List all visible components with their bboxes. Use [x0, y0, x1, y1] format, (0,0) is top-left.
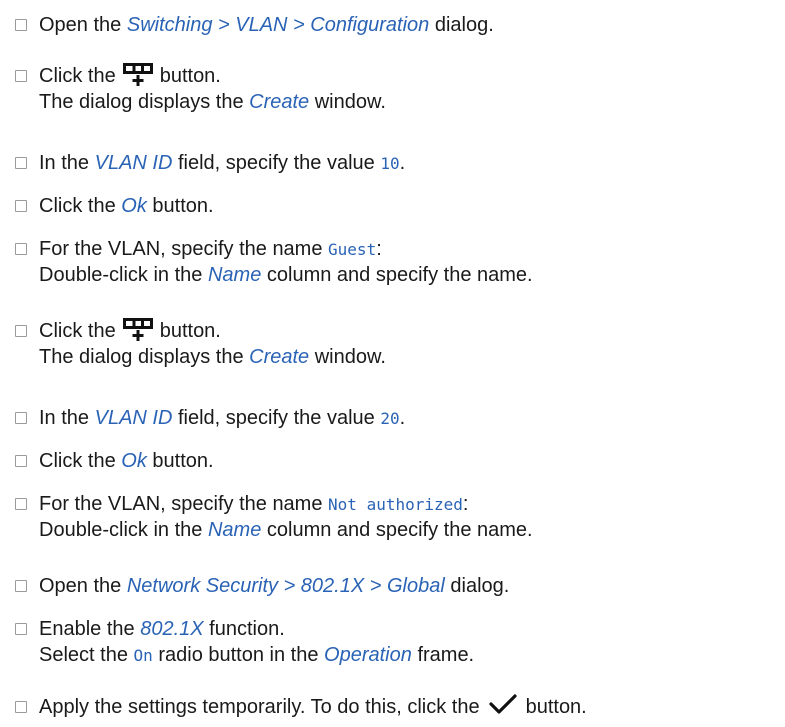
step-checkbox[interactable]: [15, 70, 27, 82]
step-text: dialog.: [434, 13, 494, 36]
value-code: Guest: [328, 239, 377, 259]
step-checkbox[interactable]: [15, 325, 27, 337]
value-code: On: [133, 645, 153, 665]
step-11: Enable the 802.1X function. Select the O…: [0, 616, 785, 668]
step-text: field, specify the value: [177, 406, 375, 429]
step-text: Open the: [39, 13, 122, 36]
step-text: .: [399, 151, 406, 174]
step-2: Click the button. The dialog displays th…: [0, 63, 785, 115]
step-3: In the VLAN ID field, specify the value …: [0, 150, 785, 176]
window-name-link[interactable]: Create: [249, 346, 309, 369]
step-text: The dialog displays the: [39, 345, 244, 368]
step-text: In the: [39, 151, 90, 174]
column-name-link[interactable]: Name: [208, 264, 261, 287]
field-name-link[interactable]: VLAN ID: [95, 152, 173, 175]
step-12: Apply the settings temporarily. To do th…: [0, 694, 785, 720]
step-text: button.: [152, 194, 214, 217]
button-name-link[interactable]: Ok: [121, 195, 147, 218]
step-text: :: [462, 492, 469, 515]
step-text: Click the: [39, 449, 116, 472]
step-text: Click the: [39, 319, 116, 342]
menu-path-link[interactable]: Network Security > 802.1X > Global: [127, 575, 445, 598]
step-text: For the VLAN, specify the name: [39, 237, 323, 260]
step-text: frame.: [417, 643, 475, 666]
step-4: Click the Ok button.: [0, 193, 785, 219]
step-text: The dialog displays the: [39, 90, 244, 113]
step-text: column and specify the name.: [266, 263, 533, 286]
step-checkbox[interactable]: [15, 412, 27, 424]
step-9: For the VLAN, specify the name Not autho…: [0, 491, 785, 543]
step-text: button.: [152, 449, 214, 472]
step-text: Double-click in the: [39, 263, 203, 286]
step-7: In the VLAN ID field, specify the value …: [0, 405, 785, 431]
step-10: Open the Network Security > 802.1X > Glo…: [0, 573, 785, 599]
column-name-link[interactable]: Name: [208, 519, 261, 542]
step-checkbox[interactable]: [15, 455, 27, 467]
field-name-link[interactable]: VLAN ID: [95, 407, 173, 430]
step-5: For the VLAN, specify the name Guest: Do…: [0, 236, 785, 288]
menu-path-link[interactable]: Switching > VLAN > Configuration: [127, 14, 429, 37]
step-checkbox[interactable]: [15, 19, 27, 31]
add-table-row-icon: [122, 315, 154, 347]
checkmark-icon: [488, 693, 518, 721]
step-text: button.: [159, 319, 221, 342]
step-text: Open the: [39, 574, 122, 597]
step-text: :: [376, 237, 382, 260]
add-table-row-icon: [122, 60, 154, 92]
step-text: Double-click in the: [39, 518, 203, 541]
step-text: Apply the settings temporarily. To do th…: [39, 695, 480, 718]
step-checkbox[interactable]: [15, 580, 27, 592]
step-text: dialog.: [450, 574, 510, 597]
step-checkbox[interactable]: [15, 701, 27, 713]
step-text: field, specify the value: [177, 151, 375, 174]
step-text: column and specify the name.: [266, 518, 533, 541]
step-text: function.: [209, 617, 285, 640]
function-name-link[interactable]: 802.1X: [140, 618, 203, 641]
step-text: Enable the: [39, 617, 135, 640]
step-6: Click the button. The dialog displays th…: [0, 318, 785, 370]
step-1: Open the Switching > VLAN > Configuratio…: [0, 12, 785, 38]
step-checkbox[interactable]: [15, 157, 27, 169]
step-text: button.: [525, 695, 587, 718]
value-code: 20: [380, 408, 400, 428]
step-text: Click the: [39, 64, 116, 87]
step-text: button.: [159, 64, 221, 87]
step-text: Select the: [39, 643, 128, 666]
step-8: Click the Ok button.: [0, 448, 785, 474]
frame-name-link[interactable]: Operation: [324, 644, 412, 667]
step-text: window.: [314, 90, 386, 113]
button-name-link[interactable]: Ok: [121, 450, 147, 473]
step-text: radio button in the: [158, 643, 319, 666]
step-checkbox[interactable]: [15, 243, 27, 255]
step-text: In the: [39, 406, 90, 429]
step-checkbox[interactable]: [15, 200, 27, 212]
step-text: window.: [314, 345, 386, 368]
step-text: For the VLAN, specify the name: [39, 492, 323, 515]
step-checkbox[interactable]: [15, 623, 27, 635]
step-checkbox[interactable]: [15, 498, 27, 510]
value-code: 10: [380, 153, 400, 173]
window-name-link[interactable]: Create: [249, 91, 309, 114]
step-text: Click the: [39, 194, 116, 217]
value-code: Not authorized: [328, 494, 463, 514]
step-text: .: [399, 406, 406, 429]
